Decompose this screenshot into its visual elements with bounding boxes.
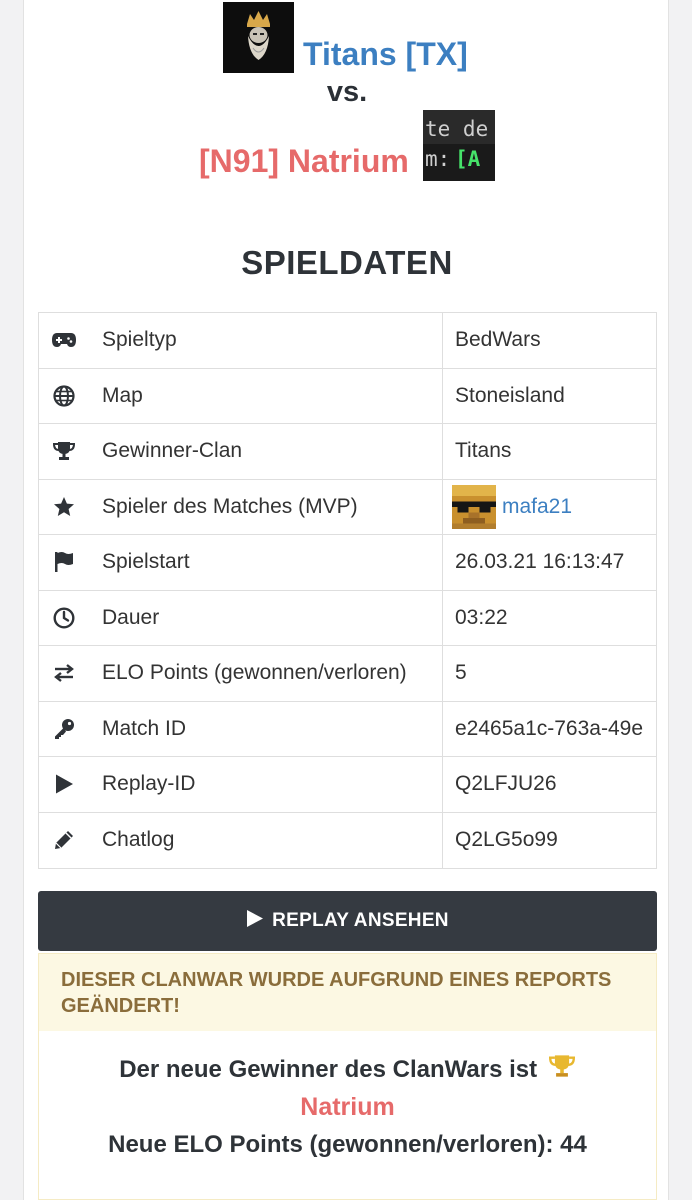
- table-row: ELO Points (gewonnen/verloren) 5: [39, 646, 656, 702]
- match-data-table: Spieltyp BedWars Map Stoneisland Gewinne…: [38, 312, 657, 869]
- mvp-cell: mafa21: [452, 484, 656, 529]
- column-divider: [442, 812, 443, 868]
- new-winner-line: Der neue Gewinner des ClanWars ist: [39, 1053, 656, 1086]
- column-divider: [442, 368, 443, 423]
- row-label: Spieltyp: [102, 328, 177, 352]
- row-value: BedWars: [455, 328, 541, 352]
- gamepad-icon: [51, 327, 77, 353]
- row-value: e2465a1c-763a-49e: [455, 716, 643, 740]
- table-row: Spieler des Matches (MVP) mafa21: [39, 479, 656, 535]
- row-value: Q2LFJU26: [455, 772, 557, 796]
- winner-clan-link[interactable]: Titans: [455, 439, 656, 463]
- column-divider: [442, 701, 443, 756]
- report-warning-alert: DIESER CLANWAR WURDE AUFGRUND EINES REPO…: [38, 953, 657, 1031]
- chatlog-link[interactable]: Q2LG5o99: [455, 828, 656, 852]
- versus-label: vs.: [326, 76, 368, 108]
- column-divider: [442, 757, 443, 812]
- flag-icon: [51, 549, 77, 575]
- globe-icon: [51, 383, 77, 409]
- table-row: Spielstart 26.03.21 16:13:47: [39, 535, 656, 591]
- replay-button[interactable]: REPLAY ANSEHEN: [38, 891, 657, 951]
- row-label: Match ID: [102, 716, 187, 740]
- row-value: 26.03.21 16:13:47: [455, 550, 625, 574]
- play-icon: [246, 909, 272, 934]
- new-result-panel: Der neue Gewinner des ClanWars ist Natri…: [38, 1031, 657, 1200]
- mvp-avatar: [452, 484, 496, 529]
- column-divider: [442, 535, 443, 590]
- key-icon: [51, 716, 77, 742]
- table-row: Gewinner-Clan Titans: [39, 424, 656, 480]
- pencil-icon: [51, 827, 77, 853]
- team1-name[interactable]: Titans [TX]: [303, 36, 468, 73]
- star-icon: [51, 494, 77, 520]
- row-label: Dauer: [102, 605, 160, 629]
- new-winner-name[interactable]: Natrium: [39, 1093, 656, 1122]
- mvp-player-link[interactable]: mafa21: [502, 495, 572, 519]
- row-label: Chatlog: [102, 828, 175, 852]
- row-label: Spieler des Matches (MVP): [102, 494, 358, 518]
- section-title: SPIELDATEN: [241, 244, 453, 281]
- column-divider: [442, 424, 443, 479]
- table-row: Replay-ID Q2LFJU26: [39, 757, 656, 813]
- trophy-icon: [548, 1053, 576, 1086]
- table-row: Chatlog Q2LG5o99: [39, 812, 656, 868]
- svg-text:[A: [A: [455, 147, 481, 171]
- row-label: Replay-ID: [102, 772, 196, 796]
- table-row: Match ID e2465a1c-763a-49e: [39, 701, 656, 757]
- column-divider: [442, 479, 443, 534]
- team2-name[interactable]: [N91] Natrium: [199, 143, 409, 180]
- play-icon: [51, 771, 77, 797]
- row-value: Stoneisland: [455, 383, 565, 407]
- titans-clan-logo[interactable]: [223, 2, 294, 73]
- new-winner-text: Der neue Gewinner des ClanWars ist: [119, 1056, 538, 1083]
- svg-text:m:: m:: [425, 147, 450, 171]
- row-label: ELO Points (gewonnen/verloren): [102, 661, 407, 685]
- row-label: Spielstart: [102, 550, 190, 574]
- new-elo-points: Neue ELO Points (gewonnen/verloren): 44: [108, 1131, 587, 1158]
- column-divider: [442, 590, 443, 645]
- clock-icon: [51, 605, 77, 631]
- svg-text:te de: te de: [425, 117, 488, 141]
- row-value: 03:22: [455, 605, 508, 629]
- table-row: Spieltyp BedWars: [39, 313, 656, 369]
- column-divider: [442, 313, 443, 368]
- table-row: Map Stoneisland: [39, 368, 656, 424]
- natrium-clan-logo[interactable]: te de m: [A: [423, 110, 495, 181]
- replay-button-label: REPLAY ANSEHEN: [272, 910, 449, 931]
- row-label: Gewinner-Clan: [102, 439, 243, 463]
- trophy-icon: [51, 438, 77, 464]
- row-value: 5: [455, 661, 467, 685]
- row-label: Map: [102, 383, 143, 407]
- exchange-icon: [51, 660, 77, 686]
- column-divider: [442, 646, 443, 701]
- match-card: Titans [TX] vs. [N91] Natrium te de m: […: [23, 0, 669, 1200]
- table-row: Dauer 03:22: [39, 590, 656, 646]
